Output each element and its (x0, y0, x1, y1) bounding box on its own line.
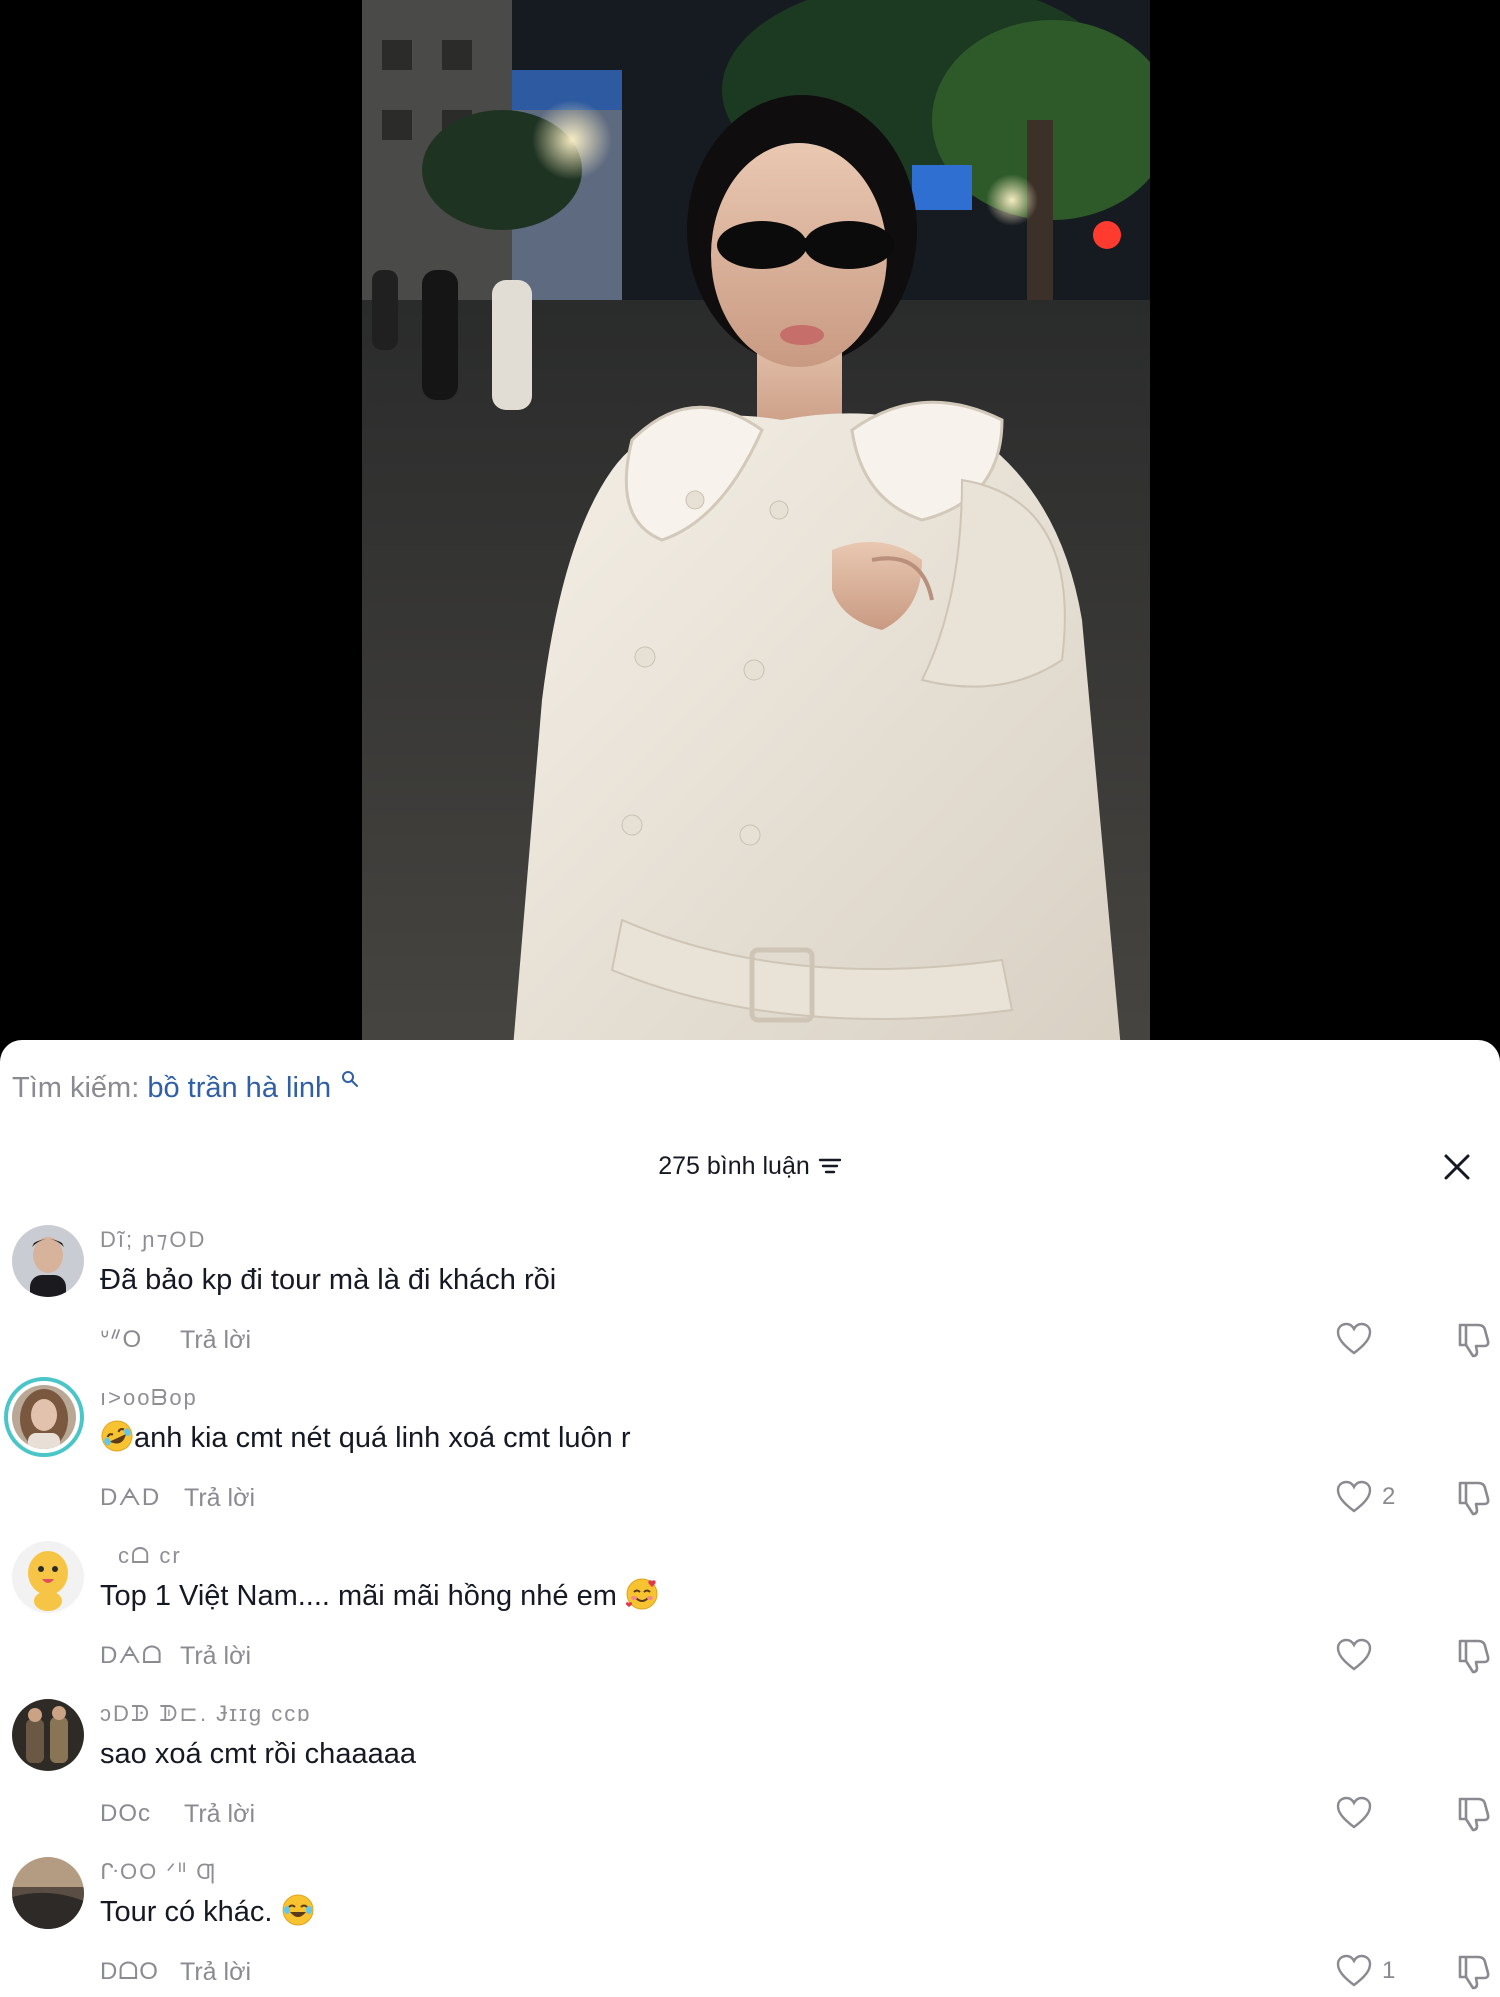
like-button[interactable]: 2 (1336, 1479, 1395, 1515)
face-with-tears-of-joy-emoji-icon (282, 1894, 314, 1926)
avatar-image (12, 1225, 84, 1297)
like-button[interactable] (1336, 1321, 1382, 1357)
reply-button[interactable]: Trả lời (180, 1325, 251, 1355)
reply-button[interactable]: Trả lời (180, 1957, 251, 1987)
avatar[interactable] (12, 1225, 84, 1297)
comment-time: DOc (100, 1800, 151, 1827)
heart-icon (1336, 1796, 1372, 1829)
rofl-emoji-icon (101, 1420, 133, 1452)
comment-time: ᐡᐥO (100, 1326, 143, 1353)
comment-text: anh kia cmt nét quá linh xoá cmt luôn r (100, 1419, 630, 1457)
reply-button[interactable]: Trả lời (184, 1799, 255, 1829)
comment-time: Dᗅᗝ (100, 1642, 163, 1669)
reply-button[interactable]: Trả lời (184, 1483, 255, 1513)
heart-icon (1336, 1638, 1372, 1671)
comment-time: DᗝO (100, 1958, 159, 1985)
comment-item: ᒕOO ᐟᐦ Ƣ Tour có khác. DᗝO Trả lời 1 (0, 1857, 1500, 1997)
search-prefix-label: Tìm kiếm: (12, 1072, 140, 1104)
heart-icon (1336, 1322, 1372, 1355)
like-button[interactable]: 1 (1336, 1953, 1395, 1989)
thumbs-down-icon[interactable] (1454, 1321, 1492, 1359)
like-count: 2 (1382, 1483, 1396, 1510)
comment-username[interactable]: Dĩ; ɲ⁊OD (100, 1227, 206, 1253)
comment-text-body: anh kia cmt nét quá linh xoá cmt luôn r (134, 1422, 631, 1454)
comment-text: Top 1 Việt Nam.... mãi mãi hồng nhé em (100, 1577, 659, 1615)
comment-time: DᗅD (100, 1484, 161, 1511)
sort-icon[interactable] (818, 1155, 842, 1177)
reply-button[interactable]: Trả lời (180, 1641, 251, 1671)
thumbs-down-icon[interactable] (1454, 1637, 1492, 1675)
comment-count-area: 275 bình luận (0, 1148, 1500, 1184)
comment-text: Tour có khác. (100, 1893, 315, 1931)
avatar[interactable] (12, 1857, 84, 1929)
comment-count-label: 275 bình luận (658, 1152, 810, 1180)
smiling-face-with-hearts-emoji-icon (625, 1578, 658, 1610)
comment-username[interactable]: ı>ooᗷop (100, 1385, 198, 1411)
comment-username[interactable]: ɔDᗬ ᗫ⊏. Ɉɪɪg ᴄᴄɒ (100, 1701, 311, 1727)
avatar-image (12, 1857, 84, 1929)
comment-item: ɔDᗬ ᗫ⊏. Ɉɪɪg ᴄᴄɒ sao xoá cmt rồi chaaaaa… (0, 1699, 1500, 1849)
comments-header: 275 bình luận (0, 1148, 1500, 1188)
heart-icon (1336, 1480, 1372, 1513)
search-icon (342, 1071, 359, 1087)
video-player[interactable] (0, 0, 1500, 1060)
comment-username[interactable]: cᗝ cr (118, 1543, 182, 1569)
avatar-image (12, 1385, 76, 1449)
avatar[interactable] (4, 1377, 84, 1457)
close-icon[interactable] (1440, 1150, 1474, 1184)
avatar-image (12, 1699, 84, 1771)
like-button[interactable] (1336, 1637, 1382, 1673)
comment-item: cᗝ cr Top 1 Việt Nam.... mãi mãi hồng nh… (0, 1541, 1500, 1691)
comment-text-body: Top 1 Việt Nam.... mãi mãi hồng nhé em (100, 1580, 617, 1612)
comment-item: Dĩ; ɲ⁊OD Đã bảo kp đi tour mà là đi khác… (0, 1225, 1500, 1375)
heart-icon (1336, 1954, 1372, 1987)
comments-sheet: Tìm kiếm: bồ trần hà linh 275 bình luận (0, 1040, 1500, 1997)
video-scene-image (362, 0, 1150, 1060)
avatar[interactable] (12, 1699, 84, 1771)
thumbs-down-icon[interactable] (1454, 1795, 1492, 1833)
avatar[interactable] (12, 1541, 84, 1613)
like-button[interactable] (1336, 1795, 1382, 1831)
comment-item: ı>ooᗷop anh kia cmt nét quá linh xoá cmt… (0, 1377, 1500, 1533)
thumbs-down-icon[interactable] (1454, 1479, 1492, 1517)
comment-username[interactable]: ᒕOO ᐟᐦ Ƣ (100, 1859, 217, 1885)
thumbs-down-icon[interactable] (1454, 1953, 1492, 1991)
video-frame[interactable] (362, 0, 1150, 1060)
search-term-link[interactable]: bồ trần hà linh (147, 1072, 331, 1104)
comment-text-body: Tour có khác. (100, 1896, 273, 1928)
search-suggestion[interactable]: Tìm kiếm: bồ trần hà linh (12, 1070, 359, 1106)
avatar-image (12, 1541, 84, 1613)
like-count: 1 (1382, 1957, 1396, 1984)
tiktok-screen: Tìm kiếm: bồ trần hà linh 275 bình luận (0, 0, 1500, 1997)
comment-text: sao xoá cmt rồi chaaaaa (100, 1738, 416, 1770)
comment-text: Đã bảo kp đi tour mà là đi khách rồi (100, 1264, 557, 1296)
